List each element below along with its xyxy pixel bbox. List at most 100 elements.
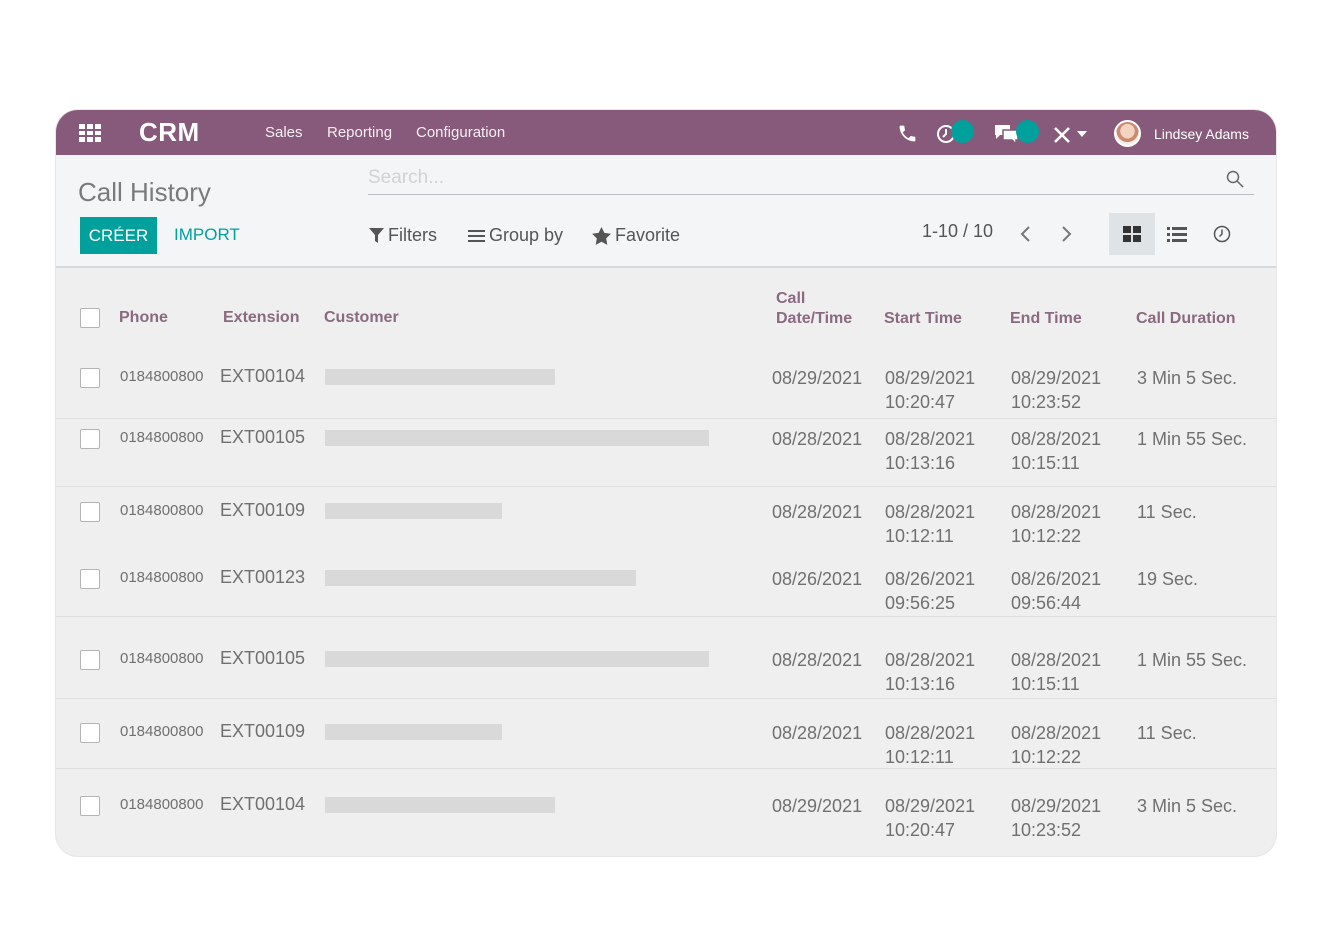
phone-cell: 0184800800 bbox=[120, 368, 204, 385]
extension-cell: EXT00104 bbox=[220, 794, 306, 814]
pager-next-icon[interactable] bbox=[1059, 225, 1073, 243]
menu-item-sales[interactable]: Sales bbox=[265, 124, 303, 141]
menu-item-reporting[interactable]: Reporting bbox=[327, 124, 392, 141]
phone-cell: 0184800800 bbox=[120, 502, 204, 519]
column-header-call-duration[interactable]: Call Duration bbox=[1136, 309, 1236, 329]
search-icon[interactable] bbox=[1226, 170, 1244, 188]
end-date-cell: 08/26/2021 bbox=[1011, 569, 1102, 589]
duration-cell: 1 Min 55 Sec. bbox=[1137, 429, 1248, 449]
call-date-cell: 08/28/2021 bbox=[772, 429, 863, 449]
list-view-button[interactable] bbox=[1154, 213, 1200, 255]
menu-item-configuration[interactable]: Configuration bbox=[416, 124, 505, 141]
group-by-label: Group by bbox=[489, 225, 564, 245]
pager-value[interactable]: 1-10 / 10 bbox=[922, 221, 993, 242]
column-header-start-time[interactable]: Start Time bbox=[884, 309, 962, 329]
end-date-cell: 08/28/2021 bbox=[1011, 502, 1102, 522]
row-divider bbox=[56, 418, 1276, 419]
start-date-cell: 08/28/2021 bbox=[885, 650, 976, 670]
duration-cell: 3 Min 5 Sec. bbox=[1137, 368, 1238, 388]
column-header-end-time[interactable]: End Time bbox=[1010, 309, 1082, 329]
extension-cell: EXT00109 bbox=[220, 721, 306, 741]
kanban-view-button[interactable] bbox=[1109, 213, 1155, 255]
row-checkbox[interactable] bbox=[80, 723, 100, 743]
phone-cell: 0184800800 bbox=[120, 569, 204, 586]
filters-label: Filters bbox=[388, 225, 437, 245]
column-header-phone[interactable]: Phone bbox=[119, 308, 168, 328]
group-by-button[interactable]: Group by bbox=[468, 225, 563, 246]
start-time-cell: 10:12:11 bbox=[885, 747, 954, 767]
duration-cell: 11 Sec. bbox=[1137, 502, 1197, 522]
list-icon bbox=[1167, 227, 1187, 242]
extension-cell: EXT00105 bbox=[220, 427, 306, 447]
row-divider bbox=[56, 698, 1276, 699]
start-time-cell: 10:13:16 bbox=[885, 674, 956, 694]
customer-redacted-bar bbox=[325, 651, 709, 667]
start-date-cell: 08/29/2021 bbox=[885, 368, 976, 388]
favorite-button[interactable]: Favorite bbox=[592, 225, 680, 246]
column-header-call-datetime[interactable]: Call Date/Time bbox=[776, 289, 852, 329]
extension-cell: EXT00109 bbox=[220, 500, 306, 520]
row-checkbox[interactable] bbox=[80, 502, 100, 522]
call-date-cell: 08/29/2021 bbox=[772, 796, 863, 816]
call-date-cell: 08/26/2021 bbox=[772, 569, 863, 589]
select-all-checkbox[interactable] bbox=[80, 308, 100, 328]
create-button[interactable]: CRÉER bbox=[80, 217, 157, 254]
customer-redacted-bar bbox=[325, 797, 555, 813]
end-date-cell: 08/28/2021 bbox=[1011, 650, 1102, 670]
user-name[interactable]: Lindsey Adams bbox=[1154, 126, 1249, 142]
row-checkbox[interactable] bbox=[80, 569, 100, 589]
chevron-down-icon[interactable] bbox=[1077, 131, 1087, 137]
user-avatar[interactable] bbox=[1114, 120, 1141, 147]
start-date-cell: 08/28/2021 bbox=[885, 429, 976, 449]
start-time-cell: 10:13:16 bbox=[885, 453, 956, 473]
phone-icon[interactable] bbox=[897, 123, 918, 144]
search-input[interactable] bbox=[368, 163, 1208, 193]
end-date-cell: 08/29/2021 bbox=[1011, 796, 1102, 816]
activity-view-button[interactable] bbox=[1199, 213, 1245, 255]
end-time-cell: 10:15:11 bbox=[1011, 674, 1080, 694]
column-header-extension[interactable]: Extension bbox=[223, 308, 299, 328]
call-date-cell: 08/28/2021 bbox=[772, 650, 863, 670]
import-button[interactable]: IMPORT bbox=[174, 225, 240, 245]
kanban-icon bbox=[1123, 226, 1141, 242]
end-time-cell: 10:23:52 bbox=[1011, 820, 1082, 840]
pager-previous-icon[interactable] bbox=[1019, 225, 1033, 243]
row-checkbox[interactable] bbox=[80, 796, 100, 816]
customer-redacted-bar bbox=[325, 503, 502, 519]
filter-icon bbox=[369, 227, 384, 243]
top-navbar: CRM Sales Reporting Configuration Lindse… bbox=[56, 110, 1276, 155]
end-time-cell: 10:12:22 bbox=[1011, 526, 1082, 546]
row-divider bbox=[56, 616, 1276, 617]
messages-badge bbox=[1016, 120, 1039, 143]
filters-button[interactable]: Filters bbox=[369, 225, 437, 246]
column-header-customer[interactable]: Customer bbox=[324, 308, 399, 328]
end-date-cell: 08/28/2021 bbox=[1011, 429, 1102, 449]
control-panel: Call History CRÉER IMPORT Filters Group … bbox=[56, 155, 1276, 268]
row-checkbox[interactable] bbox=[80, 650, 100, 670]
column-header-call-line1: Call bbox=[776, 290, 806, 307]
apps-menu-icon[interactable] bbox=[79, 124, 101, 142]
tools-icon[interactable] bbox=[1052, 125, 1072, 145]
duration-cell: 1 Min 55 Sec. bbox=[1137, 650, 1248, 670]
customer-redacted-bar bbox=[325, 570, 636, 586]
call-history-table: Phone Extension Customer Call Date/Time … bbox=[56, 268, 1276, 856]
call-date-cell: 08/28/2021 bbox=[772, 502, 863, 522]
call-date-cell: 08/28/2021 bbox=[772, 723, 863, 743]
end-date-cell: 08/29/2021 bbox=[1011, 368, 1102, 388]
start-time-cell: 10:12:11 bbox=[885, 526, 954, 546]
start-time-cell: 10:20:47 bbox=[885, 392, 956, 412]
clock-icon bbox=[1213, 225, 1231, 243]
activity-badge bbox=[951, 120, 974, 143]
row-checkbox[interactable] bbox=[80, 429, 100, 449]
extension-cell: EXT00104 bbox=[220, 366, 306, 386]
app-name[interactable]: CRM bbox=[139, 117, 200, 148]
row-divider bbox=[56, 486, 1276, 487]
customer-redacted-bar bbox=[325, 724, 502, 740]
start-date-cell: 08/26/2021 bbox=[885, 569, 976, 589]
start-time-cell: 09:56:25 bbox=[885, 593, 956, 613]
row-checkbox[interactable] bbox=[80, 368, 100, 388]
page-title: Call History bbox=[78, 177, 211, 207]
duration-cell: 3 Min 5 Sec. bbox=[1137, 796, 1238, 816]
customer-redacted-bar bbox=[325, 430, 709, 446]
row-divider bbox=[56, 768, 1276, 769]
